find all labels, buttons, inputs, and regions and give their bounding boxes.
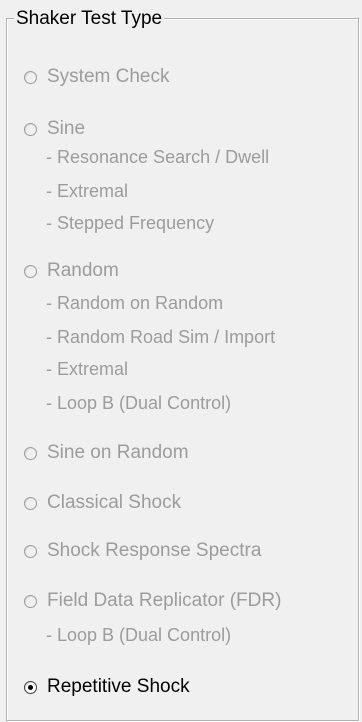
radio-circle-icon[interactable] xyxy=(24,594,37,608)
radio-classical-shock[interactable]: Classical Shock xyxy=(24,492,181,514)
radio-circle-icon[interactable] xyxy=(24,70,37,84)
radio-circle-icon[interactable] xyxy=(24,264,37,278)
radio-label: System Check xyxy=(47,66,170,87)
radio-label: Field Data Replicator (FDR) xyxy=(47,590,282,611)
radio-repetitive-shock[interactable]: Repetitive Shock xyxy=(24,676,190,698)
radio-label: Sine xyxy=(47,118,86,139)
radio-circle-icon[interactable] xyxy=(24,496,37,510)
random-sub-item: - Loop B (Dual Control) xyxy=(46,393,232,413)
radio-label: Repetitive Shock xyxy=(47,676,190,697)
radio-label: Sine on Random xyxy=(47,442,189,463)
radio-field-data-replicator[interactable]: Field Data Replicator (FDR) xyxy=(24,590,281,612)
radio-circle-icon[interactable] xyxy=(24,122,37,136)
radio-dot-icon xyxy=(28,684,33,690)
radio-system-check[interactable]: System Check xyxy=(24,66,169,88)
random-sub-item: - Extremal xyxy=(46,359,129,379)
radio-selected-icon[interactable] xyxy=(24,680,37,694)
sine-sub-item: - Extremal xyxy=(46,181,129,201)
random-sub-item: - Random Road Sim / Import xyxy=(46,327,276,347)
radio-label: Classical Shock xyxy=(47,492,182,513)
radio-label: Shock Response Spectra xyxy=(47,540,262,561)
group-title: Shaker Test Type xyxy=(14,8,165,30)
radio-circle-icon[interactable] xyxy=(24,446,37,460)
radio-label: Random xyxy=(47,260,119,281)
radio-sine[interactable]: Sine xyxy=(24,118,85,140)
radio-shock-response-spectra[interactable]: Shock Response Spectra xyxy=(24,540,261,562)
radio-circle-icon[interactable] xyxy=(24,544,37,558)
sine-sub-item: - Resonance Search / Dwell xyxy=(46,147,270,167)
radio-sine-on-random[interactable]: Sine on Random xyxy=(24,442,189,464)
radio-random[interactable]: Random xyxy=(24,260,119,282)
fdr-sub-item: - Loop B (Dual Control) xyxy=(46,625,232,645)
random-sub-item: - Random on Random xyxy=(46,293,224,313)
sine-sub-item: - Stepped Frequency xyxy=(46,213,215,233)
